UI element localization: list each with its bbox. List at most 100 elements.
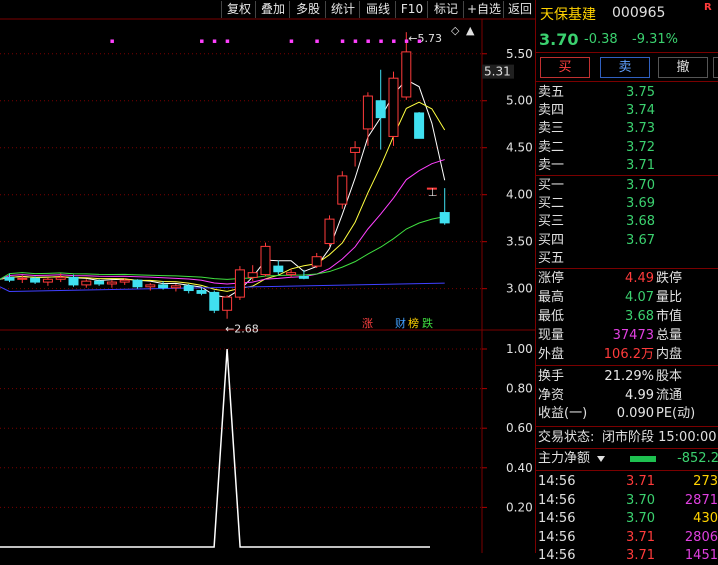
back-button[interactable]: 返回 (503, 1, 536, 18)
trade-status-label: 交易状态: (538, 430, 595, 445)
f10-button[interactable]: F10 (395, 1, 428, 18)
tick-price: 3.71 (626, 529, 655, 545)
price-change: -0.38 (584, 32, 618, 47)
signal-dot: ▪ (200, 37, 205, 45)
bid-level-label: 买五 (538, 250, 565, 266)
candle-body (439, 212, 450, 224)
sell-button[interactable]: 卖 (600, 57, 650, 78)
candle-body (260, 245, 271, 276)
buy-button[interactable]: 买 (540, 57, 590, 78)
stat-label: 涨停 (538, 271, 565, 286)
stat-label: 最低 (538, 309, 565, 324)
stat-label-2: 流通 (656, 387, 683, 403)
stat-row[interactable]: 净资 4.99 流通 (538, 387, 718, 405)
signal-dot: ▪ (340, 37, 345, 45)
add-watchlist-button[interactable]: +自选 (463, 1, 504, 18)
ask-level-price: 3.71 (626, 157, 655, 173)
ask-level-row[interactable]: 卖五 3.75 (538, 84, 718, 102)
statistics-button[interactable]: 统计 (325, 1, 360, 18)
high-price-annotation: ←5.73 (408, 32, 442, 45)
bid-level-row[interactable]: 买四 3.67 (538, 232, 718, 250)
tick-row[interactable]: 14:56 3.71 2806 (538, 529, 718, 547)
main-flow-arrow-icon (597, 456, 605, 462)
kline-chart-area[interactable]: 5.50 5.00 4.50 4.00 3.50 3.00 5.31 1.00 0.80 0.6… (0, 0, 535, 553)
signal-dot: ▪ (315, 37, 320, 45)
candle-body (170, 285, 181, 289)
stat-row[interactable]: 最高 4.07 量比 (538, 289, 718, 307)
bid-level-row[interactable]: 买三 3.68 (538, 213, 718, 231)
candle-body (196, 290, 207, 294)
stock-name: 天保基建 (540, 7, 596, 23)
cancel-order-button[interactable]: 撤 (658, 57, 708, 78)
tick-time: 14:56 (538, 511, 576, 527)
tick-row[interactable]: 14:56 3.70 2871 (538, 492, 718, 510)
signal-dot: ▪ (404, 37, 409, 45)
indicator-axis-label: 0.20 (506, 500, 533, 514)
tick-price: 3.70 (626, 492, 655, 508)
price-axis-label: 5.50 (506, 47, 533, 61)
stat-row[interactable]: 收益(一) 0.090 PE(动) (538, 405, 718, 423)
stat-row[interactable]: 外盘 106.2万 内盘 (538, 346, 718, 364)
ask-level-label: 卖三 (538, 121, 565, 137)
ask-level-price: 3.74 (626, 103, 655, 119)
candle-body (132, 279, 143, 288)
indicator-axis-label: 1.00 (506, 342, 533, 356)
tick-volume: 2871 (684, 492, 718, 508)
price-axis-label: 4.00 (506, 188, 533, 202)
candle-body (68, 276, 79, 286)
signal-dot: ▪ (417, 37, 422, 45)
bid-level-row[interactable]: 买五 (538, 250, 718, 268)
draw-line-button[interactable]: 画线 (359, 1, 396, 18)
ask-level-row[interactable]: 卖二 3.72 (538, 139, 718, 157)
bid-level-label: 买一 (538, 178, 565, 193)
signal-dot: ▪ (225, 37, 230, 45)
tick-price: 3.70 (626, 511, 655, 527)
stat-value: 4.49 (625, 271, 654, 286)
price-change-pct: -9.31% (632, 32, 678, 47)
ask-level-label: 卖五 (538, 85, 565, 100)
indicator-axis-label: 0.40 (506, 461, 533, 475)
signal-dot: ▪ (379, 37, 384, 45)
tick-volume: 430 (693, 511, 718, 527)
ask-level-row[interactable]: 卖一 3.71 (538, 157, 718, 175)
stat-row[interactable]: 最低 3.68 市值 (538, 308, 718, 326)
price-axis-label: 5.00 (506, 94, 533, 108)
tick-volume: 273 (693, 474, 718, 489)
stat-label: 最高 (538, 290, 565, 305)
low-price-annotation: ←2.68 (225, 323, 259, 336)
candle-body (337, 175, 348, 205)
bid-level-row[interactable]: 买一 3.70 (538, 177, 718, 195)
candle-body (247, 272, 258, 278)
bid-level-price: 3.70 (626, 178, 655, 193)
signal-dot: ▪ (289, 37, 294, 45)
more-button[interactable] (713, 57, 718, 78)
tick-row[interactable]: 14:56 3.71 1451 (538, 547, 718, 565)
scroll-up-icon: ▲ (466, 24, 475, 37)
candle-body (158, 284, 169, 289)
mark-button[interactable]: 标记 (427, 1, 464, 18)
trade-status-row: 交易状态: 闭市阶段 15:00:00 (538, 429, 718, 447)
stat-label: 换手 (538, 369, 565, 384)
signal-badge: 榜 (408, 316, 419, 330)
ask-level-row[interactable]: 卖三 3.73 (538, 120, 718, 138)
tick-row[interactable]: 14:56 3.70 430 (538, 510, 718, 528)
tick-time: 14:56 (538, 492, 576, 508)
tick-row[interactable]: 14:56 3.71 273 (538, 473, 718, 491)
bid-level-row[interactable]: 买二 3.69 (538, 195, 718, 213)
restore-rights-button[interactable]: 复权 (221, 1, 256, 18)
candle-body (298, 275, 309, 279)
signal-dot: ▪ (353, 37, 358, 45)
ask-level-row[interactable]: 卖四 3.74 (538, 102, 718, 120)
stock-code: 000965 (612, 5, 666, 21)
diamond-icon: ◇ (451, 24, 460, 37)
stat-label-2: 股本 (656, 369, 683, 384)
signal-badge: 涨 (362, 317, 373, 330)
quote-panel: 天保基建 000965 R 3.70 -0.38 -9.31% 买 卖 撤 卖五… (535, 0, 718, 563)
stat-row[interactable]: 涨停 4.49 跌停 (538, 270, 718, 288)
ask-level-label: 卖四 (538, 103, 565, 119)
stat-row[interactable]: 换手 21.29% 股本 (538, 368, 718, 386)
stat-row[interactable]: 现量 37473 总量 (538, 327, 718, 345)
overlay-button[interactable]: 叠加 (255, 1, 290, 18)
multi-stock-button[interactable]: 多股 (289, 1, 326, 18)
ask-level-label: 卖二 (538, 139, 565, 155)
